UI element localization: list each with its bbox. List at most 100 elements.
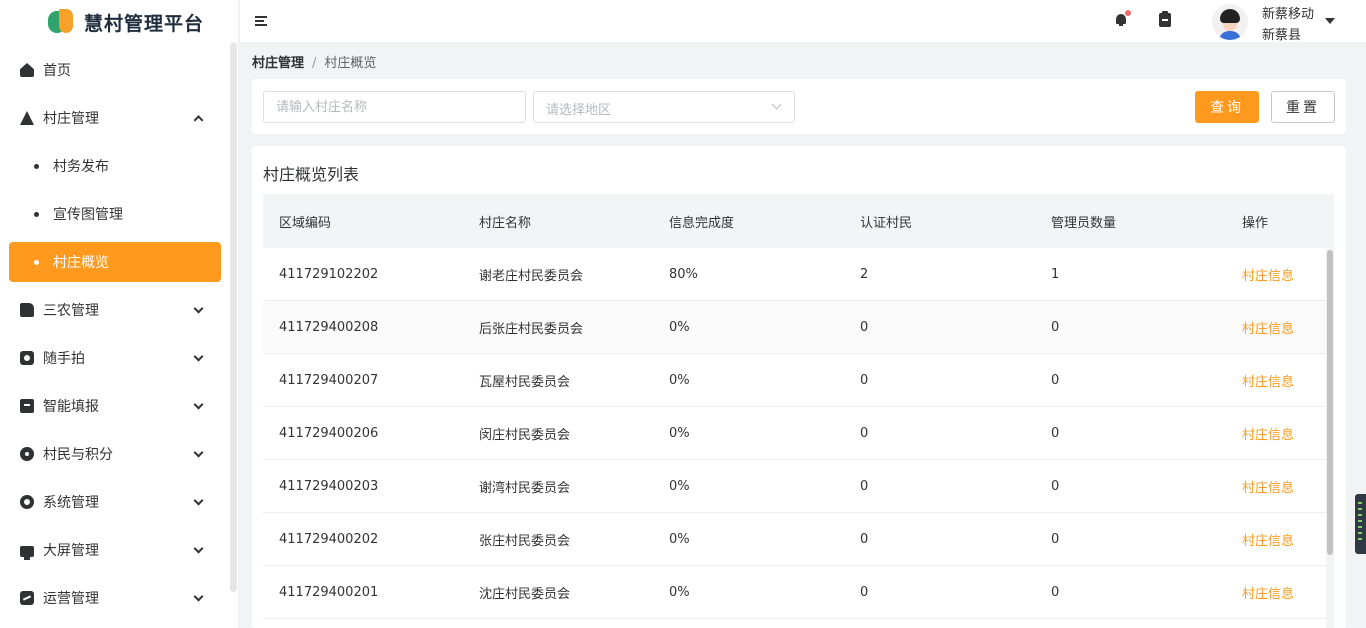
bullet-icon	[34, 211, 39, 217]
village-info-link[interactable]: 村庄信息	[1242, 583, 1294, 602]
sidebar-item-label: 村民与积分	[43, 447, 113, 463]
floating-widget[interactable]	[1355, 494, 1366, 554]
camera-icon	[20, 351, 34, 365]
sidebar-item-label: 随手拍	[43, 351, 85, 367]
cell-code: 411729400207	[279, 372, 379, 388]
region-select-placeholder: 请选择地区	[546, 103, 612, 118]
column-header: 操作	[1242, 215, 1269, 231]
column-header: 村庄名称	[479, 215, 532, 231]
sidebar-item-big-screen[interactable]: 大屏管理	[0, 526, 238, 574]
screen-icon	[20, 545, 34, 560]
cell-code: 411729400208	[279, 319, 379, 335]
sidebar-subitem-village-affairs[interactable]: 村务发布	[0, 142, 238, 190]
sidebar-item-system-management[interactable]: 系统管理	[0, 478, 238, 526]
sidebar: 慧村管理平台 首页 村庄管理 村务发布 宣传图管理 村庄概览 三农管理 随手拍 …	[0, 0, 239, 628]
cell-admins: 0	[1051, 478, 1060, 494]
cell-completion: 0%	[669, 531, 690, 547]
cell-admins: 0	[1051, 425, 1060, 441]
table-scrollbar[interactable]	[1326, 194, 1334, 628]
breadcrumb-current: 村庄概览	[324, 56, 377, 71]
sidebar-item-home[interactable]: 首页	[0, 46, 238, 94]
logo: 慧村管理平台	[0, 0, 238, 44]
region-select[interactable]: 请选择地区	[533, 91, 795, 123]
sidebar-item-operations[interactable]: 运营管理	[0, 574, 238, 622]
query-button[interactable]: 查询	[1195, 91, 1259, 123]
cell-name: 张庄村民委员会	[479, 533, 571, 549]
village-table: 区域编码 村庄名称 信息完成度 认证村民 管理员数量 操作 4117291022…	[263, 194, 1326, 619]
user-org: 新蔡县	[1262, 28, 1302, 43]
bullet-icon	[34, 259, 39, 265]
panel-title: 村庄概览列表	[263, 165, 360, 184]
sidebar-subitem-label: 宣传图管理	[53, 207, 123, 223]
chart-icon	[20, 591, 34, 605]
cell-completion: 0%	[669, 372, 690, 388]
sidebar-item-village-management[interactable]: 村庄管理	[0, 94, 238, 142]
reset-button[interactable]: 重置	[1271, 91, 1335, 123]
sidebar-item-smart-report[interactable]: 智能填报	[0, 382, 238, 430]
sidebar-subitem-label: 村务发布	[53, 159, 109, 175]
column-header: 区域编码	[279, 215, 332, 231]
sidebar-scrollbar[interactable]	[230, 42, 237, 592]
table-row: 411729102202 谢老庄村民委员会 80% 2 1 村庄信息	[263, 248, 1326, 301]
cell-name: 谢湾村民委员会	[479, 480, 571, 496]
search-panel: 请选择地区 查询 重置	[252, 79, 1346, 134]
sidebar-subitem-village-overview[interactable]: 村庄概览	[9, 242, 221, 282]
village-info-link[interactable]: 村庄信息	[1242, 371, 1294, 390]
cell-name: 沈庄村民委员会	[479, 586, 571, 602]
village-info-link[interactable]: 村庄信息	[1242, 530, 1294, 549]
cell-name: 瓦屋村民委员会	[479, 374, 571, 390]
column-header: 管理员数量	[1051, 215, 1117, 231]
home-icon	[20, 63, 34, 77]
cell-verified: 0	[860, 531, 869, 547]
breadcrumb: 村庄管理 / 村庄概览	[252, 52, 376, 71]
circle-icon	[20, 447, 34, 461]
avatar[interactable]	[1212, 4, 1248, 40]
sidebar-subitem-banner-management[interactable]: 宣传图管理	[0, 190, 238, 238]
table-row: 411729400206 闵庄村民委员会 0% 0 0 村庄信息	[263, 407, 1326, 460]
chevron-down-icon	[193, 447, 204, 458]
clipboard-icon[interactable]	[1159, 11, 1171, 27]
cell-code: 411729400202	[279, 531, 379, 547]
user-name[interactable]: 新蔡移动	[1262, 3, 1314, 22]
village-info-link[interactable]: 村庄信息	[1242, 265, 1294, 284]
triangle-icon	[20, 111, 34, 125]
cell-verified: 0	[860, 372, 869, 388]
notification-bell-icon[interactable]	[1115, 10, 1131, 26]
table-scrollbar-thumb[interactable]	[1327, 250, 1333, 555]
cell-name: 闵庄村民委员会	[479, 427, 571, 443]
cell-completion: 80%	[669, 266, 698, 282]
cell-admins: 0	[1051, 319, 1060, 335]
village-info-link[interactable]: 村庄信息	[1242, 318, 1294, 337]
sidebar-item-label: 首页	[43, 63, 71, 79]
breadcrumb-parent[interactable]: 村庄管理	[252, 56, 304, 71]
chevron-down-icon	[193, 591, 204, 602]
sidebar-subitem-label: 村庄概览	[53, 255, 109, 271]
app-title: 慧村管理平台	[84, 12, 205, 35]
gear-icon	[20, 495, 34, 509]
cell-verified: 0	[860, 584, 869, 600]
caret-down-icon[interactable]	[1325, 18, 1335, 24]
table-row: 411729400202 张庄村民委员会 0% 0 0 村庄信息	[263, 513, 1326, 566]
village-table-panel: 村庄概览列表 区域编码 村庄名称 信息完成度 认证村民 管理员数量 操作 411…	[252, 146, 1346, 628]
clipboard-icon	[20, 399, 34, 413]
cell-verified: 0	[860, 425, 869, 441]
chevron-down-icon	[193, 303, 204, 314]
cell-verified: 0	[860, 319, 869, 335]
chevron-down-icon	[193, 495, 204, 506]
cell-code: 411729102202	[279, 266, 379, 282]
sidebar-item-snapshot[interactable]: 随手拍	[0, 334, 238, 382]
menu-toggle-icon[interactable]	[255, 16, 267, 26]
sidebar-item-agriculture[interactable]: 三农管理	[0, 286, 238, 334]
village-name-input[interactable]	[263, 91, 526, 123]
village-info-link[interactable]: 村庄信息	[1242, 424, 1294, 443]
sidebar-item-villagers-points[interactable]: 村民与积分	[0, 430, 238, 478]
village-info-link[interactable]: 村庄信息	[1242, 477, 1294, 496]
sidebar-item-label: 运营管理	[43, 591, 99, 607]
cell-verified: 2	[860, 266, 869, 282]
sidebar-item-label: 三农管理	[43, 303, 99, 319]
logo-leaf-icon	[48, 9, 76, 35]
cell-completion: 0%	[669, 425, 690, 441]
chevron-down-icon	[193, 399, 204, 410]
sidebar-item-label: 大屏管理	[43, 543, 99, 559]
cell-completion: 0%	[669, 319, 690, 335]
